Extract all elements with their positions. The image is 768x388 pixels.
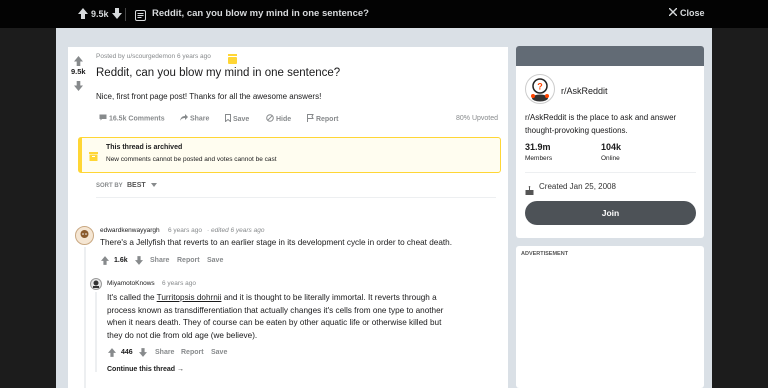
chevron-down-icon <box>150 182 157 189</box>
topbar-score: 9.5k <box>91 9 109 19</box>
comment-report-button[interactable]: Report <box>181 349 204 356</box>
comment-save-button[interactable]: Save <box>207 257 223 264</box>
join-button[interactable]: Join <box>525 201 696 225</box>
members-count: 31.9m <box>525 142 551 152</box>
comment-score: 446 <box>121 349 133 356</box>
archived-subtitle: New comments cannot be posted and votes … <box>106 156 277 163</box>
divider <box>96 197 496 198</box>
post-body: Nice, first front page post! Thanks for … <box>96 92 322 101</box>
comment-text: There's a Jellyfish that reverts to an e… <box>100 238 452 247</box>
continue-thread-label: Continue this thread <box>107 366 176 373</box>
subreddit-description: r/AskReddit is the place to ask and answ… <box>525 113 677 135</box>
online-count: 104k <box>601 142 622 152</box>
post-title[interactable]: Reddit, can you blow my mind in one sent… <box>96 67 340 79</box>
comments-button[interactable]: 16.5k Comments <box>99 114 165 123</box>
downvote-icon[interactable] <box>112 8 122 22</box>
post-text-icon <box>135 8 146 26</box>
comment-edited: · edited 6 years ago <box>207 227 265 234</box>
hide-icon <box>266 114 274 124</box>
cake-icon <box>525 182 534 200</box>
comment-line: they do not die from old age (we believe… <box>107 330 258 340</box>
comment-line: It's called the Turritopsis dohrnii and … <box>107 292 502 305</box>
comment-share-button[interactable]: Share <box>155 349 174 356</box>
continue-thread-link[interactable]: Continue this thread → <box>107 366 184 373</box>
created-date: Created Jan 25, 2008 <box>539 182 616 191</box>
report-button[interactable]: Report <box>307 114 339 124</box>
divider <box>125 8 126 21</box>
comment-author[interactable]: edwardkenwayyargh <box>100 227 160 234</box>
close-icon <box>668 7 678 18</box>
svg-text:?: ? <box>537 82 543 92</box>
close-label: Close <box>680 8 705 18</box>
archived-title: This thread is archived <box>106 144 183 151</box>
bookmark-icon <box>225 114 231 124</box>
comment-share-button[interactable]: Share <box>150 257 169 264</box>
online-label: Online <box>601 155 620 162</box>
post-score: 9.5k <box>71 67 86 76</box>
downvote-icon[interactable] <box>74 78 83 96</box>
save-button[interactable]: Save <box>225 114 249 124</box>
comment-text: and it is thought to be literally immort… <box>221 293 437 302</box>
share-icon <box>180 114 188 123</box>
arrow-right-icon: → <box>177 366 185 373</box>
subreddit-name[interactable]: r/AskReddit <box>561 86 608 96</box>
members-label: Members <box>525 155 553 162</box>
post-meta: Posted by u/scourgedemon 6 years ago <box>96 53 211 60</box>
comment-report-button[interactable]: Report <box>177 257 200 264</box>
comment-score: 1.6k <box>114 257 128 264</box>
thread-line[interactable] <box>84 247 86 388</box>
upvote-icon[interactable] <box>101 256 109 267</box>
save-label: Save <box>232 115 250 123</box>
sort-value: BEST <box>127 182 146 189</box>
comments-label: 16.5k Comments <box>108 115 165 123</box>
comment-icon <box>99 114 107 123</box>
sort-dropdown[interactable]: BEST <box>127 182 157 189</box>
top-bar: 9.5k Reddit, can you blow my mind in one… <box>0 0 768 28</box>
archive-icon <box>89 148 98 166</box>
share-button[interactable]: Share <box>180 114 209 123</box>
comment-age: 6 years ago <box>162 280 196 287</box>
advertisement-card <box>516 246 704 388</box>
close-button[interactable]: Close <box>668 7 705 18</box>
topbar-title: Reddit, can you blow my mind in one sent… <box>152 8 369 19</box>
flag-icon <box>307 114 314 124</box>
comment-line: when it nears death. They of course can … <box>107 318 442 327</box>
avatar[interactable] <box>90 383 100 388</box>
sort-label: SORT BY <box>96 183 123 189</box>
downvote-icon[interactable] <box>135 256 143 267</box>
comment-line: process known as transdifferentiation th… <box>107 305 444 315</box>
archived-notice <box>78 137 501 173</box>
subreddit-icon[interactable]: ? <box>525 74 555 109</box>
comment-age: 6 years ago <box>168 227 202 234</box>
hide-button[interactable]: Hide <box>266 114 291 124</box>
subreddit-card-header <box>516 46 704 66</box>
report-label: Report <box>315 115 339 123</box>
divider <box>525 172 696 173</box>
share-label: Share <box>189 115 210 123</box>
upvoted-percent: 80% Upvoted <box>456 115 499 122</box>
upvote-icon[interactable] <box>108 348 116 359</box>
advertisement-label: ADVERTISEMENT <box>521 251 569 257</box>
comment-author[interactable]: MiyamotoKnows <box>107 280 155 287</box>
upvote-icon[interactable] <box>78 8 88 22</box>
thread-line[interactable] <box>95 292 97 372</box>
hide-label: Hide <box>275 115 292 123</box>
turritopsis-link[interactable]: Turritopsis dohrnii <box>157 293 222 302</box>
downvote-icon[interactable] <box>139 348 147 359</box>
comment-text: It's called the <box>107 293 157 302</box>
comment-save-button[interactable]: Save <box>211 349 227 356</box>
comment-body: It's called the Turritopsis dohrnii and … <box>107 292 502 342</box>
